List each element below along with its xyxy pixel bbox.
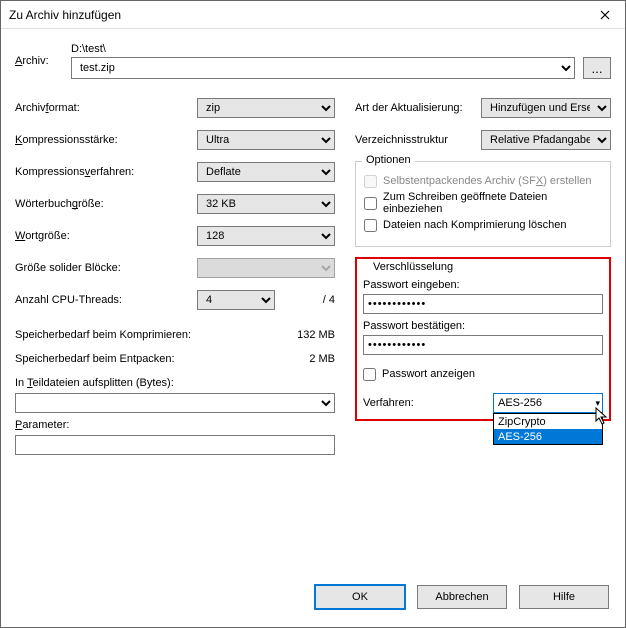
window-title: Zu Archiv hinzufügen	[9, 8, 121, 22]
format-label: Archivformat:	[15, 102, 197, 114]
delete-after-label: Dateien nach Komprimierung löschen	[383, 219, 566, 231]
compression-level-select[interactable]: Ultra	[197, 130, 335, 150]
password-confirm-input[interactable]	[363, 335, 603, 355]
threads-max: / 4	[279, 294, 335, 306]
mem-decompress-value: 2 MB	[309, 353, 335, 371]
sfx-checkbox	[364, 175, 377, 188]
sfx-label: Selbstentpackendes Archiv (SFX) erstelle…	[383, 175, 592, 187]
openfiles-checkbox-row[interactable]: Zum Schreiben geöffnete Dateien einbezie…	[364, 194, 602, 212]
close-icon	[600, 10, 610, 20]
parameters-input[interactable]	[15, 435, 335, 455]
solid-block-select	[197, 258, 335, 278]
encryption-option-zipcrypto[interactable]: ZipCrypto	[494, 414, 602, 429]
encryption-title: Verschlüsselung	[369, 261, 457, 273]
split-combo[interactable]	[15, 393, 335, 413]
encryption-method-label: Verfahren:	[363, 397, 414, 409]
archive-filename-combo[interactable]: test.zip	[71, 57, 575, 79]
compression-level-label: Kompressionsstärke:	[15, 134, 197, 146]
help-button[interactable]: Hilfe	[519, 585, 609, 609]
browse-label: ...	[591, 61, 602, 76]
encryption-option-aes256[interactable]: AES-256	[494, 429, 602, 444]
ok-button[interactable]: OK	[315, 585, 405, 609]
sfx-checkbox-row: Selbstentpackendes Archiv (SFX) erstelle…	[364, 172, 602, 190]
options-group: Optionen Selbstentpackendes Archiv (SFX)…	[355, 161, 611, 247]
options-title: Optionen	[362, 154, 415, 166]
encryption-method-select[interactable]: AES-256 ▾	[493, 393, 603, 413]
dictionary-size-select[interactable]: 32 KB	[197, 194, 335, 214]
encryption-method-value: AES-256	[498, 397, 542, 409]
password-enter-label: Passwort eingeben:	[363, 279, 603, 291]
mem-compress-value: 132 MB	[297, 329, 335, 347]
solid-block-label: Größe solider Blöcke:	[15, 262, 197, 274]
split-label: In Teildateien aufsplitten (Bytes):	[15, 377, 335, 389]
path-mode-select[interactable]: Relative Pfadangaben	[481, 130, 611, 150]
password-confirm-label: Passwort bestätigen:	[363, 320, 603, 332]
show-password-label: Passwort anzeigen	[382, 368, 475, 380]
mem-decompress-label: Speicherbedarf beim Entpacken:	[15, 353, 175, 371]
compression-method-select[interactable]: Deflate	[197, 162, 335, 182]
delete-after-checkbox[interactable]	[364, 219, 377, 232]
show-password-row[interactable]: Passwort anzeigen	[363, 365, 603, 383]
openfiles-checkbox[interactable]	[364, 197, 377, 210]
mem-compress-label: Speicherbedarf beim Komprimieren:	[15, 329, 191, 347]
titlebar: Zu Archiv hinzufügen	[1, 1, 625, 29]
chevron-down-icon: ▾	[595, 398, 600, 409]
cancel-button[interactable]: Abbrechen	[417, 585, 507, 609]
encryption-method-dropdown[interactable]: ZipCrypto AES-256	[493, 413, 603, 445]
word-size-label: Wortgröße:	[15, 230, 197, 242]
update-mode-label: Art der Aktualisierung:	[355, 102, 463, 114]
format-select[interactable]: zip	[197, 98, 335, 118]
browse-button[interactable]: ...	[583, 57, 611, 79]
archive-path: D:\test\	[71, 43, 611, 55]
threads-select[interactable]: 4	[197, 290, 275, 310]
parameters-label: Parameter:	[15, 419, 335, 431]
path-mode-label: Verzeichnisstruktur	[355, 134, 448, 146]
archive-label: Archiv:	[15, 55, 71, 67]
encryption-highlight: Verschlüsselung Passwort eingeben: Passw…	[355, 257, 611, 421]
dictionary-size-label: Wörterbuchgröße:	[15, 198, 197, 210]
word-size-select[interactable]: 128	[197, 226, 335, 246]
close-button[interactable]	[585, 1, 625, 29]
password-enter-input[interactable]	[363, 294, 603, 314]
threads-label: Anzahl CPU-Threads:	[15, 294, 197, 306]
compression-method-label: Kompressionsverfahren:	[15, 166, 197, 178]
show-password-checkbox[interactable]	[363, 368, 376, 381]
openfiles-label: Zum Schreiben geöffnete Dateien einbezie…	[383, 191, 602, 215]
update-mode-select[interactable]: Hinzufügen und Ersetzen	[481, 98, 611, 118]
delete-after-checkbox-row[interactable]: Dateien nach Komprimierung löschen	[364, 216, 602, 234]
